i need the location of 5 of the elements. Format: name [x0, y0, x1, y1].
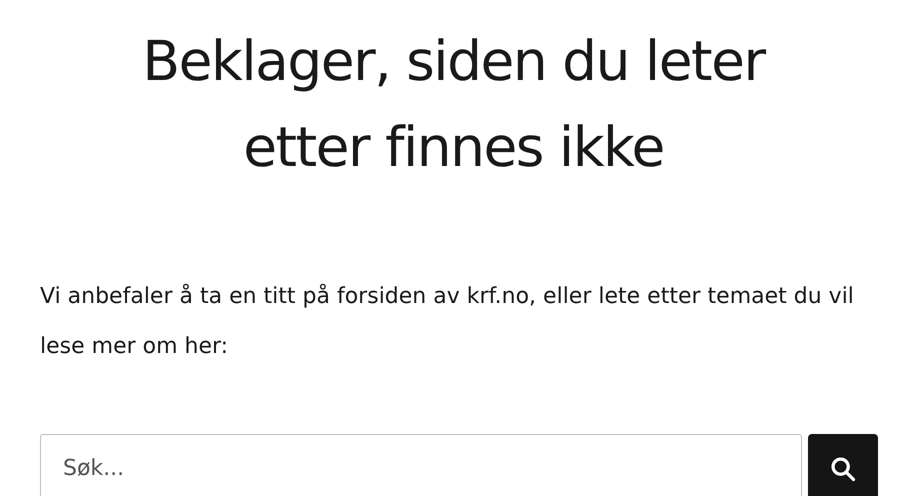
- search-field[interactable]: Søk...: [40, 434, 802, 496]
- page-heading: Beklager, siden du leter etter finnes ikke: [141, 28, 767, 181]
- intro-text: Vi anbefaler å ta en titt på forsiden av krf.no, eller lete etter temaet du vil lese mer om her:: [40, 282, 855, 361]
- search-button[interactable]: [808, 434, 878, 496]
- search-icon: [829, 454, 857, 482]
